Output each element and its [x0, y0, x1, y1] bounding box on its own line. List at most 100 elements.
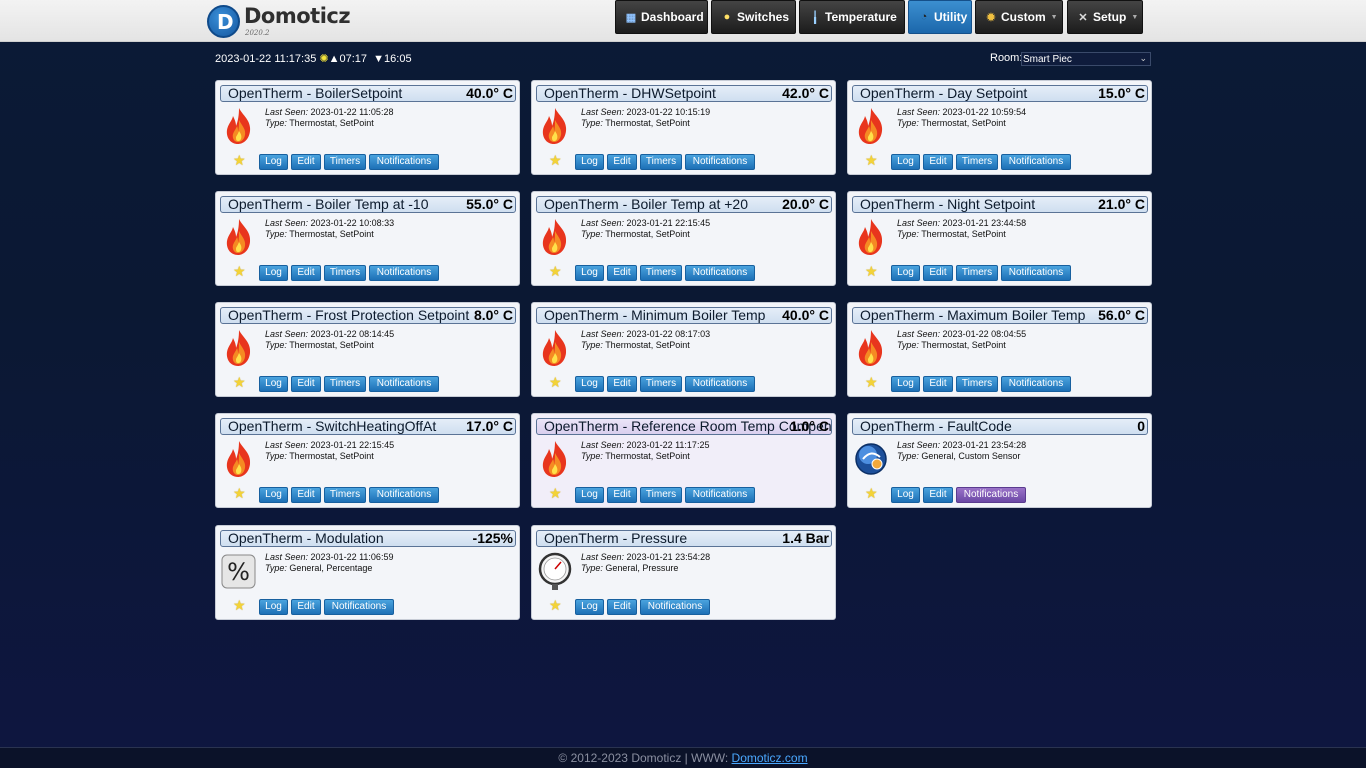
device-card: OpenTherm - Frost Protection Setpoint 8.0… — [215, 302, 520, 397]
device-last-seen: Last Seen: 2023-01-22 10:59:54 — [897, 107, 1026, 117]
footer-link[interactable]: Domoticz.com — [732, 751, 808, 765]
sunrise-arrow-icon: ▲ — [328, 53, 340, 65]
edit-button[interactable]: Edit — [607, 487, 637, 503]
log-button[interactable]: Log — [259, 599, 288, 615]
chevron-down-icon: ▼ — [1050, 13, 1058, 21]
log-button[interactable]: Log — [259, 487, 288, 503]
notifications-button[interactable]: Notifications — [369, 154, 439, 170]
last-seen-value: 2023-01-21 23:54:28 — [626, 552, 711, 562]
nav-utility-button[interactable]: ◔ Utility — [908, 0, 972, 34]
log-button[interactable]: Log — [891, 376, 920, 392]
favorite-star-icon[interactable]: ★ — [233, 374, 246, 391]
type-value: Thermostat, SetPoint — [289, 229, 374, 239]
timers-button[interactable]: Timers — [956, 376, 998, 392]
favorite-star-icon[interactable]: ★ — [233, 485, 246, 502]
log-button[interactable]: Log — [575, 487, 604, 503]
nav-temperature-button[interactable]: ╽ Temperature — [799, 0, 905, 34]
favorite-star-icon[interactable]: ★ — [549, 152, 562, 169]
timers-button[interactable]: Timers — [324, 376, 366, 392]
log-button[interactable]: Log — [259, 265, 288, 281]
timers-button[interactable]: Timers — [956, 265, 998, 281]
notifications-button[interactable]: Notifications — [1001, 154, 1071, 170]
timers-button[interactable]: Timers — [640, 487, 682, 503]
edit-button[interactable]: Edit — [291, 265, 321, 281]
notifications-button[interactable]: Notifications — [1001, 376, 1071, 392]
flame-icon[interactable] — [221, 439, 257, 479]
notifications-button[interactable]: Notifications — [369, 265, 439, 281]
edit-button[interactable]: Edit — [607, 265, 637, 281]
edit-button[interactable]: Edit — [607, 599, 637, 615]
flame-icon[interactable] — [537, 106, 573, 146]
notifications-button[interactable]: Notifications — [685, 265, 755, 281]
favorite-star-icon[interactable]: ★ — [865, 263, 878, 280]
device-card: OpenTherm - Pressure 1.4 Bar Last Seen: 20… — [531, 525, 836, 620]
flame-icon[interactable] — [853, 106, 889, 146]
percent-icon[interactable]: % — [221, 551, 257, 591]
favorite-star-icon[interactable]: ★ — [549, 485, 562, 502]
notifications-button[interactable]: Notifications — [640, 599, 710, 615]
edit-button[interactable]: Edit — [923, 154, 953, 170]
notifications-button[interactable]: Notifications — [369, 487, 439, 503]
flame-icon[interactable] — [537, 217, 573, 257]
timers-button[interactable]: Timers — [324, 154, 366, 170]
favorite-star-icon[interactable]: ★ — [233, 152, 246, 169]
notifications-button[interactable]: Notifications — [685, 376, 755, 392]
room-select[interactable]: Smart Piec ⌄ — [1021, 52, 1151, 66]
device-last-seen: Last Seen: 2023-01-22 10:15:19 — [581, 107, 710, 117]
favorite-star-icon[interactable]: ★ — [233, 597, 246, 614]
flame-icon[interactable] — [221, 328, 257, 368]
nav-custom-button[interactable]: ✹ Custom ▼ — [975, 0, 1063, 34]
timers-button[interactable]: Timers — [324, 487, 366, 503]
flame-icon[interactable] — [853, 328, 889, 368]
log-button[interactable]: Log — [891, 154, 920, 170]
nav-switches-button[interactable]: ● Switches — [711, 0, 796, 34]
notifications-button[interactable]: Notifications — [685, 154, 755, 170]
log-button[interactable]: Log — [575, 599, 604, 615]
notifications-button[interactable]: Notifications — [956, 487, 1026, 503]
favorite-star-icon[interactable]: ★ — [865, 485, 878, 502]
nav-dashboard-button[interactable]: ▦ Dashboard — [615, 0, 708, 34]
log-button[interactable]: Log — [259, 154, 288, 170]
edit-button[interactable]: Edit — [607, 376, 637, 392]
edit-button[interactable]: Edit — [607, 154, 637, 170]
timers-button[interactable]: Timers — [640, 376, 682, 392]
edit-button[interactable]: Edit — [291, 599, 321, 615]
flame-icon[interactable] — [537, 439, 573, 479]
favorite-star-icon[interactable]: ★ — [233, 263, 246, 280]
gauge-icon[interactable] — [537, 551, 573, 591]
log-button[interactable]: Log — [575, 154, 604, 170]
flame-icon[interactable] — [221, 217, 257, 257]
edit-button[interactable]: Edit — [291, 487, 321, 503]
flame-icon[interactable] — [853, 217, 889, 257]
edit-button[interactable]: Edit — [291, 154, 321, 170]
notifications-button[interactable]: Notifications — [324, 599, 394, 615]
edit-button[interactable]: Edit — [291, 376, 321, 392]
log-button[interactable]: Log — [259, 376, 288, 392]
logo-version: 2020.2 — [245, 29, 270, 37]
notifications-button[interactable]: Notifications — [685, 487, 755, 503]
favorite-star-icon[interactable]: ★ — [549, 374, 562, 391]
last-seen-label: Last Seen: — [581, 218, 625, 228]
timers-button[interactable]: Timers — [640, 154, 682, 170]
log-button[interactable]: Log — [891, 265, 920, 281]
custom-sensor-icon[interactable] — [853, 439, 889, 479]
favorite-star-icon[interactable]: ★ — [549, 597, 562, 614]
timers-button[interactable]: Timers — [324, 265, 366, 281]
timers-button[interactable]: Timers — [640, 265, 682, 281]
log-button[interactable]: Log — [891, 487, 920, 503]
log-button[interactable]: Log — [575, 265, 604, 281]
flame-icon[interactable] — [537, 328, 573, 368]
notifications-button[interactable]: Notifications — [1001, 265, 1071, 281]
edit-button[interactable]: Edit — [923, 487, 953, 503]
log-button[interactable]: Log — [575, 376, 604, 392]
edit-button[interactable]: Edit — [923, 265, 953, 281]
notifications-button[interactable]: Notifications — [369, 376, 439, 392]
edit-button[interactable]: Edit — [923, 376, 953, 392]
logo[interactable]: Domoticz 2020.2 — [207, 4, 351, 38]
timers-button[interactable]: Timers — [956, 154, 998, 170]
flame-icon[interactable] — [221, 106, 257, 146]
favorite-star-icon[interactable]: ★ — [549, 263, 562, 280]
favorite-star-icon[interactable]: ★ — [865, 152, 878, 169]
nav-setup-button[interactable]: ✕ Setup ▼ — [1067, 0, 1143, 34]
favorite-star-icon[interactable]: ★ — [865, 374, 878, 391]
